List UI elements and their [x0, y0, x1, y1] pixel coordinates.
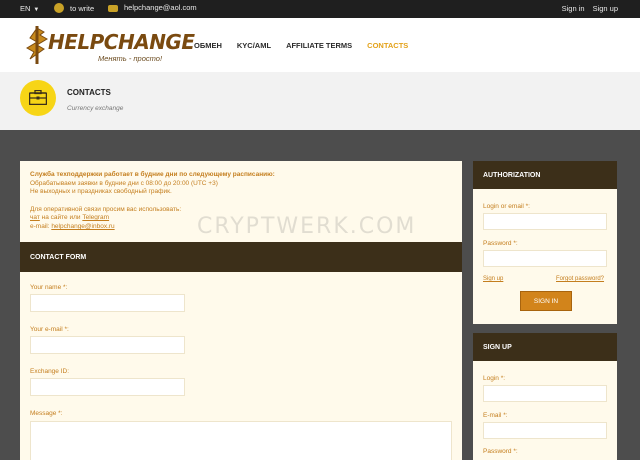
signup-header: SIGN UP: [473, 333, 617, 361]
chat-link[interactable]: чат: [30, 214, 40, 221]
authorization-panel: AUTHORIZATION Login or email *: Password…: [473, 161, 617, 324]
exchange-id-label: Exchange ID:: [30, 368, 70, 375]
signup-link[interactable]: Sign up: [483, 276, 503, 282]
signup-login-label: Login *:: [483, 375, 506, 382]
forgot-password-link[interactable]: Forgot password?: [556, 276, 604, 282]
name-field[interactable]: [30, 294, 185, 312]
telegram-link[interactable]: to write: [54, 3, 94, 13]
contacts-main-panel: Служба техподдержки работает в будние дн…: [20, 161, 462, 460]
authorization-header: AUTHORIZATION: [473, 161, 617, 189]
briefcase-icon: [29, 90, 47, 105]
contact-form-header: CONTACT FORM: [20, 242, 462, 272]
email-prefix: e-mail:: [30, 222, 52, 230]
chevron-down-icon: ▼: [33, 7, 40, 13]
page-title-band: CONTACTS Currency exchange: [0, 72, 640, 130]
page-subtitle: Currency exchange: [67, 105, 124, 112]
notice-line-2: Обрабатываем заявки в будние дни с 08:00…: [30, 179, 218, 187]
language-selector[interactable]: EN ▼: [20, 4, 39, 13]
signup-email-field[interactable]: [483, 422, 607, 439]
sign-in-link[interactable]: Sign in: [562, 4, 585, 13]
brand-name: HELPCHANGE: [48, 30, 195, 54]
main-nav: ОБМЕН KYC/AML AFFILIATE TERMS CONTACTS: [194, 41, 408, 50]
telegram-text-link[interactable]: Telegram: [82, 214, 109, 221]
email-field[interactable]: [30, 336, 185, 354]
email-label: Your e-mail *:: [30, 326, 69, 333]
signup-login-field[interactable]: [483, 385, 607, 402]
mail-icon: [108, 4, 118, 12]
name-label: Your name *:: [30, 284, 68, 291]
email-link[interactable]: helpchange@aol.com: [108, 3, 197, 12]
signup-email-label: E-mail *:: [483, 412, 508, 419]
nav-item-affiliate[interactable]: AFFILIATE TERMS: [286, 41, 352, 50]
message-label: Message *:: [30, 410, 63, 417]
signup-password-label: Password *:: [483, 448, 518, 455]
logo[interactable]: HELPCHANGE Менять - просто!: [22, 26, 195, 66]
login-email-field[interactable]: [483, 213, 607, 230]
password-field[interactable]: [483, 250, 607, 267]
watermark: CRYPTWERK.COM: [197, 214, 417, 239]
notice-line-3: Не выходных и праздниках свободный графи…: [30, 188, 172, 196]
exchange-id-field[interactable]: [30, 378, 185, 396]
nav-item-exchange[interactable]: ОБМЕН: [194, 41, 222, 50]
auth-links: Sign in Sign up: [562, 4, 618, 13]
support-email-link[interactable]: helpchange@inbox.ru: [51, 223, 114, 230]
page-icon-circle: [20, 80, 56, 116]
email-label: helpchange@aol.com: [124, 3, 197, 12]
notice-mid-text: на сайте или: [39, 214, 83, 222]
language-label: EN: [20, 4, 31, 13]
brand-tagline: Менять - просто!: [98, 54, 163, 63]
top-bar: EN ▼ to write helpchange@aol.com Sign in …: [0, 0, 640, 18]
nav-item-kyc[interactable]: KYC/AML: [237, 41, 271, 50]
notice-line-1: Служба техподдержки работает в будние дн…: [30, 171, 275, 178]
site-header: HELPCHANGE Менять - просто! ОБМЕН KYC/AM…: [0, 18, 640, 72]
password-label: Password *:: [483, 240, 518, 247]
telegram-icon: [54, 3, 64, 13]
login-email-label: Login or email *:: [483, 203, 530, 210]
sign-in-button[interactable]: SIGN IN: [520, 291, 572, 311]
signup-panel: SIGN UP Login *: E-mail *: Password *:: [473, 333, 617, 460]
page-title: CONTACTS: [67, 88, 111, 97]
sign-up-link[interactable]: Sign up: [593, 4, 618, 13]
nav-item-contacts[interactable]: CONTACTS: [367, 41, 408, 50]
write-label: to write: [70, 3, 95, 13]
message-field[interactable]: [30, 421, 452, 460]
